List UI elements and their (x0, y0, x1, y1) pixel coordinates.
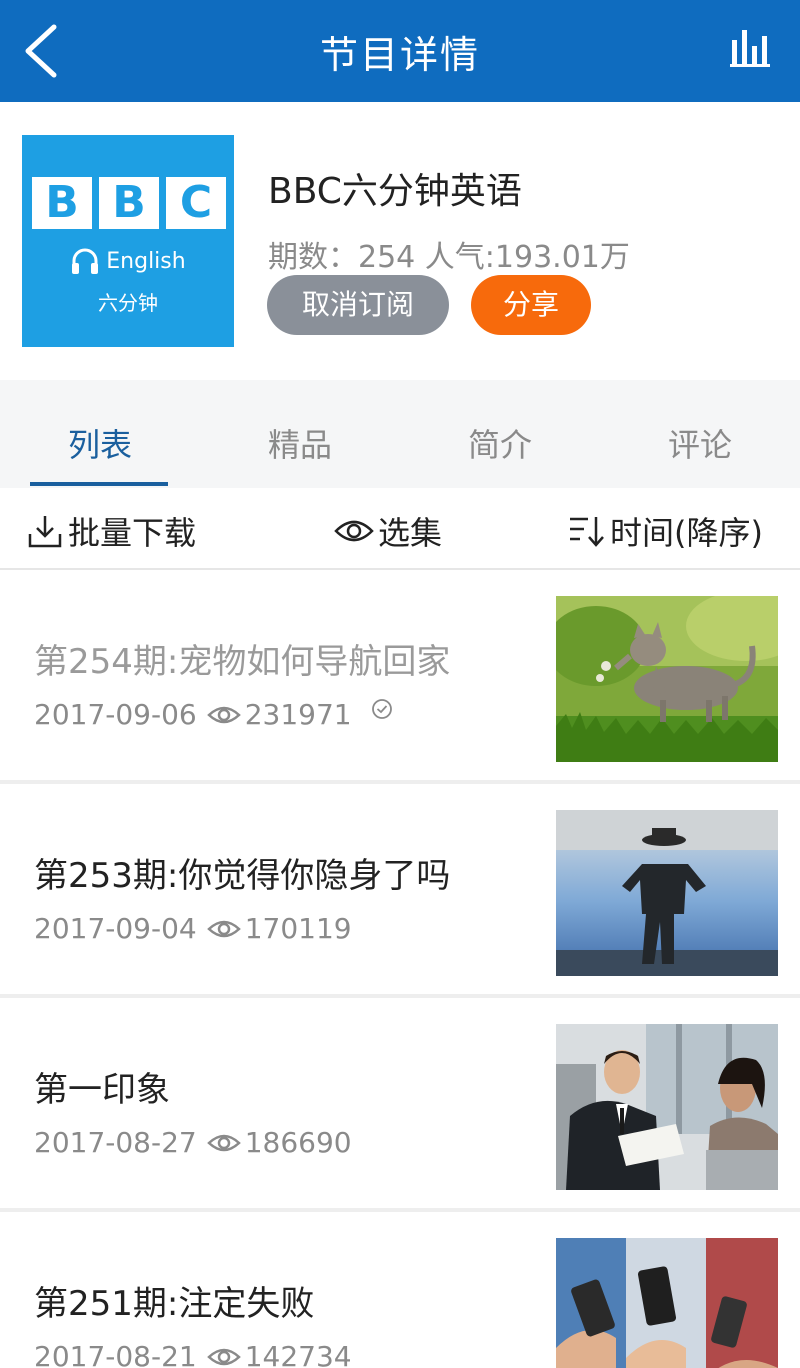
tab-featured[interactable]: 精品 (200, 420, 400, 466)
episode-view-count: 142734 (244, 1340, 352, 1368)
episode-title: 第254期:宠物如何导航回家 (34, 642, 451, 682)
eye-icon (206, 920, 241, 937)
headphones-icon (72, 248, 99, 274)
eye-icon (206, 1348, 241, 1365)
bbc-letter: C (166, 177, 226, 229)
program-info: B B C English 六分钟 BBC六分钟英语 期数：254 人气:193… (0, 102, 800, 380)
bbc-letter: B (32, 177, 92, 229)
episode-meta: 2017-09-06 231971 (34, 698, 394, 731)
active-tab-indicator (30, 482, 168, 486)
page-title: 节目详情 (319, 33, 480, 77)
episode-views: 170119 (206, 912, 352, 945)
episode-thumbnail (556, 1238, 778, 1368)
episode-date: 2017-09-06 (34, 698, 197, 731)
top-bar: 节目详情 (0, 0, 800, 102)
batch-download-button[interactable]: 批量下载 (26, 508, 196, 554)
episode-views: 231971 (206, 698, 352, 731)
cover-chinese-label: 六分钟 (98, 291, 158, 315)
program-cover[interactable]: B B C English 六分钟 (22, 135, 234, 347)
bar-chart-icon (730, 30, 770, 67)
program-stats: 期数：254 人气:193.01万 (268, 240, 630, 275)
tab-intro[interactable]: 简介 (400, 420, 600, 466)
episode-item[interactable]: 第253期:你觉得你隐身了吗 2017-09-04 170119 (0, 786, 800, 998)
business-meeting-photo-image (556, 1024, 778, 1190)
episode-meta: 2017-08-27 186690 (34, 1126, 352, 1159)
episode-date: 2017-09-04 (34, 912, 197, 945)
cover-english-text: English (106, 248, 186, 274)
download-icon (28, 516, 62, 548)
episode-meta: 2017-09-04 170119 (34, 912, 352, 945)
batch-download-label: 批量下载 (68, 514, 197, 552)
unsubscribe-button[interactable]: 取消订阅 (267, 275, 449, 335)
tab-list[interactable]: 列表 (0, 420, 200, 466)
list-toolbar: 批量下载 选集 时间(降序) (0, 488, 800, 570)
episode-item[interactable]: 第254期:宠物如何导航回家 2017-09-06 231971 (0, 572, 800, 784)
select-episodes-label: 选集 (378, 514, 443, 552)
episode-title: 第一印象 (34, 1070, 170, 1110)
tab-bar: 列表 精品 简介 评论 (0, 380, 800, 488)
cover-english-label: English (22, 247, 234, 275)
chart-button[interactable] (728, 26, 772, 70)
eye-icon (206, 1134, 241, 1151)
episode-item[interactable]: 第251期:注定失败 2017-08-21 142734 (0, 1214, 800, 1368)
episode-views: 142734 (206, 1340, 352, 1368)
program-title: BBC六分钟英语 (268, 171, 522, 212)
episode-title: 第251期:注定失败 (34, 1284, 315, 1324)
episode-title: 第253期:你觉得你隐身了吗 (34, 856, 451, 896)
episode-view-count: 186690 (244, 1126, 352, 1159)
share-button[interactable]: 分享 (471, 275, 591, 335)
episode-thumbnail (556, 596, 778, 762)
episode-thumbnail (556, 810, 778, 976)
eye-icon (334, 520, 374, 542)
episode-view-count: 231971 (244, 698, 352, 731)
episode-date: 2017-08-21 (34, 1340, 197, 1368)
phones-photo-image (556, 1238, 778, 1368)
episode-views: 186690 (206, 1126, 352, 1159)
episode-meta: 2017-08-21 142734 (34, 1340, 352, 1368)
eye-icon (206, 706, 241, 723)
episode-thumbnail (556, 1024, 778, 1190)
select-episodes-button[interactable]: 选集 (334, 508, 442, 554)
sort-button[interactable]: 时间(降序) (568, 508, 763, 554)
downloaded-check-icon (371, 698, 392, 719)
sort-icon (570, 517, 604, 547)
episode-date: 2017-08-27 (34, 1126, 197, 1159)
bbc-letter: B (99, 177, 159, 229)
cat-photo-image (556, 596, 778, 762)
episode-item[interactable]: 第一印象 2017-08-27 186690 (0, 1000, 800, 1212)
invisible-man-photo-image (556, 810, 778, 976)
tab-comments[interactable]: 评论 (600, 420, 800, 466)
bbc-logo: B B C (32, 177, 226, 229)
episode-view-count: 170119 (244, 912, 352, 945)
sort-label: 时间(降序) (610, 514, 763, 552)
